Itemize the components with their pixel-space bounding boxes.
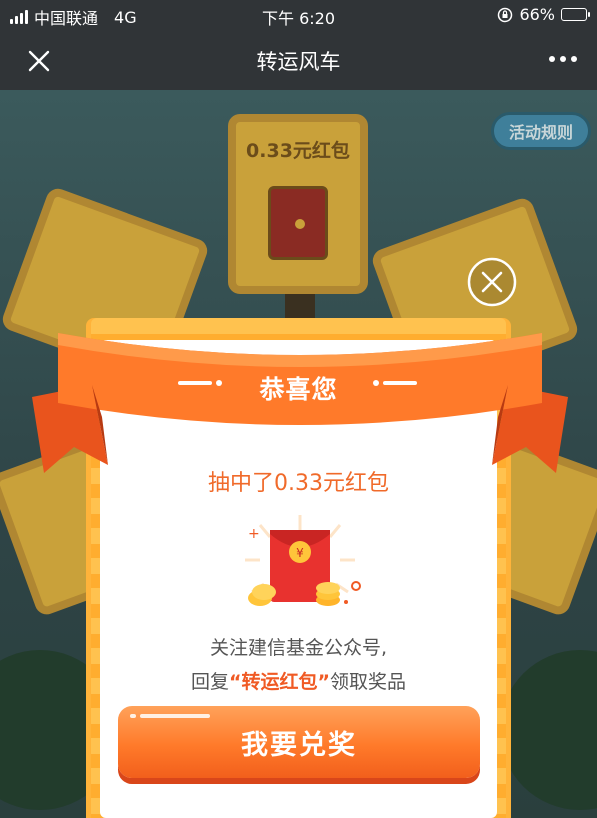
status-bar: 中国联通 4G 下午 6:20 66% [0, 0, 597, 30]
claim-prize-label: 我要兑奖 [241, 729, 357, 761]
red-envelope-icon: ¥ + [245, 515, 361, 606]
rules-button[interactable]: 活动规则 [491, 112, 591, 150]
svg-text:¥: ¥ [296, 546, 304, 560]
rotation-lock-icon [498, 7, 513, 22]
ribbon-decoration-right [373, 380, 417, 386]
envelope-icon [268, 186, 328, 260]
button-shine [140, 714, 210, 718]
won-text: 抽中了0.33元红包 [208, 471, 389, 496]
battery-icon [561, 8, 590, 21]
page-title: 转运风车 [256, 50, 341, 74]
wheel-panel-label: 0.33元红包 [246, 140, 350, 162]
wheel-panel-top: 0.33元红包 [228, 114, 368, 294]
ribbon-title: 恭喜您 [259, 375, 338, 404]
instruction-suffix: 领取奖品 [329, 671, 406, 693]
svg-text:+: + [248, 526, 260, 542]
instruction-prefix: 回复 [190, 671, 229, 693]
instruction-line-1: 关注建信基金公众号, [209, 637, 388, 659]
battery-percent: 66% [519, 5, 555, 24]
circle-close-icon[interactable] [467, 257, 517, 307]
claim-prize-button[interactable]: 我要兑奖 [118, 706, 480, 778]
nav-bar: 转运风车 [0, 30, 597, 90]
more-dots-icon[interactable] [549, 56, 577, 62]
instruction-keyword: “转运红包” [229, 671, 330, 693]
instruction-line-2: 回复“转运红包”领取奖品 [0, 667, 597, 694]
status-right: 66% [497, 5, 590, 24]
button-shine [130, 714, 136, 718]
